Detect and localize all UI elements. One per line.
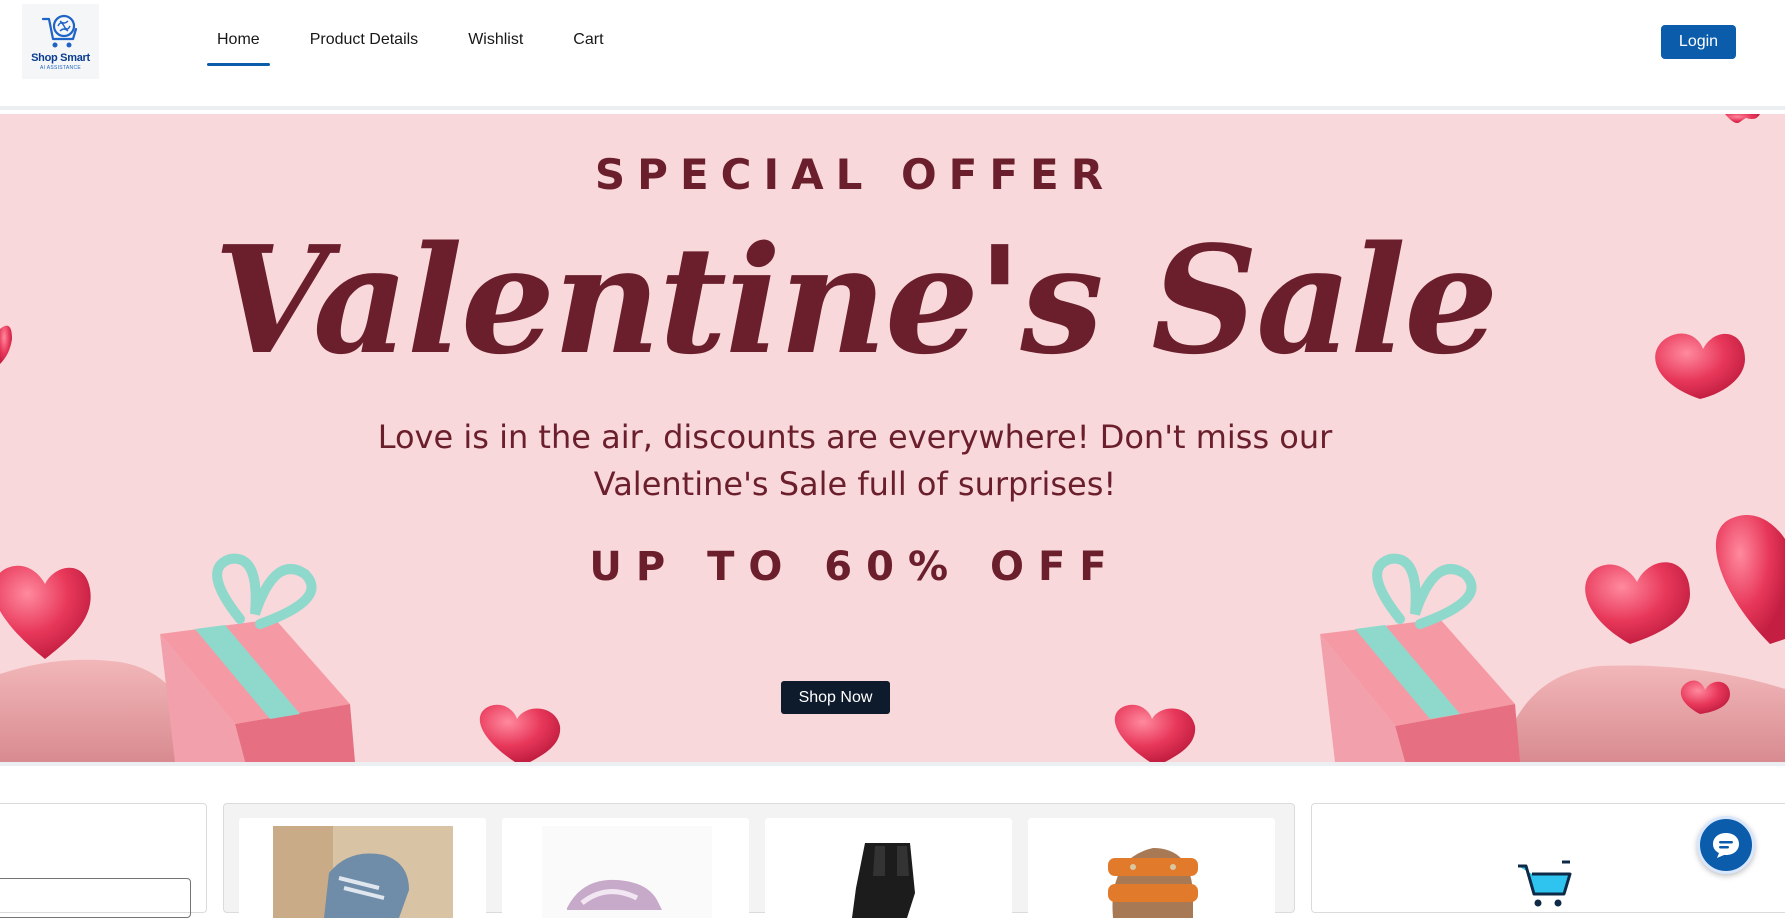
main-nav: Home Product Details Wishlist Cart xyxy=(207,0,644,66)
nav-item-wishlist[interactable]: Wishlist xyxy=(458,0,533,66)
blue-sandal-shoe-image xyxy=(273,826,453,918)
heart-right-small-top-icon xyxy=(1725,114,1760,123)
content-section xyxy=(0,762,1785,918)
brand-name: Shop Smart xyxy=(31,51,90,64)
product-card[interactable] xyxy=(239,818,486,918)
shop-now-button[interactable]: Shop Now xyxy=(781,681,890,714)
brand-logo[interactable]: Shop Smart AI ASSISTANCE xyxy=(22,4,99,79)
hero-discount: UP TO 60% OFF xyxy=(589,544,1121,590)
heart-bottom-left-icon xyxy=(479,704,561,762)
black-ankle-boot-image xyxy=(852,843,915,918)
product-card[interactable] xyxy=(765,818,1012,918)
pink-sneaker-shoe-image xyxy=(542,826,712,918)
heart-bottom-right-icon xyxy=(1114,704,1196,762)
product-card[interactable] xyxy=(502,818,749,918)
hero-description: Love is in the air, discounts are everyw… xyxy=(377,418,1333,503)
chat-bubble-icon xyxy=(1713,833,1739,858)
orange-strap-sandal-image xyxy=(1108,848,1198,918)
shopping-cart-icon[interactable] xyxy=(1516,860,1572,908)
nav-item-home[interactable]: Home xyxy=(207,0,270,66)
hero-eyebrow: SPECIAL OFFER xyxy=(594,150,1116,199)
hero-banner: SPECIAL OFFER Valentine's Sale Love is i… xyxy=(0,114,1785,762)
chat-assistant-button[interactable] xyxy=(1697,816,1755,874)
filter-input[interactable] xyxy=(0,878,191,918)
nav-item-cart[interactable]: Cart xyxy=(563,0,613,66)
heart-right-3-icon xyxy=(1715,514,1785,644)
hero-title: Valentine's Sale xyxy=(213,213,1499,387)
nav-item-product-details[interactable]: Product Details xyxy=(300,0,429,66)
cart-brain-icon xyxy=(41,14,77,47)
site-header: Shop Smart AI ASSISTANCE Home Product De… xyxy=(0,0,1785,110)
login-button[interactable]: Login xyxy=(1661,25,1736,59)
brand-tagline: AI ASSISTANCE xyxy=(39,64,82,71)
pink-mound-right xyxy=(1500,665,1785,762)
product-card[interactable] xyxy=(1028,818,1275,918)
